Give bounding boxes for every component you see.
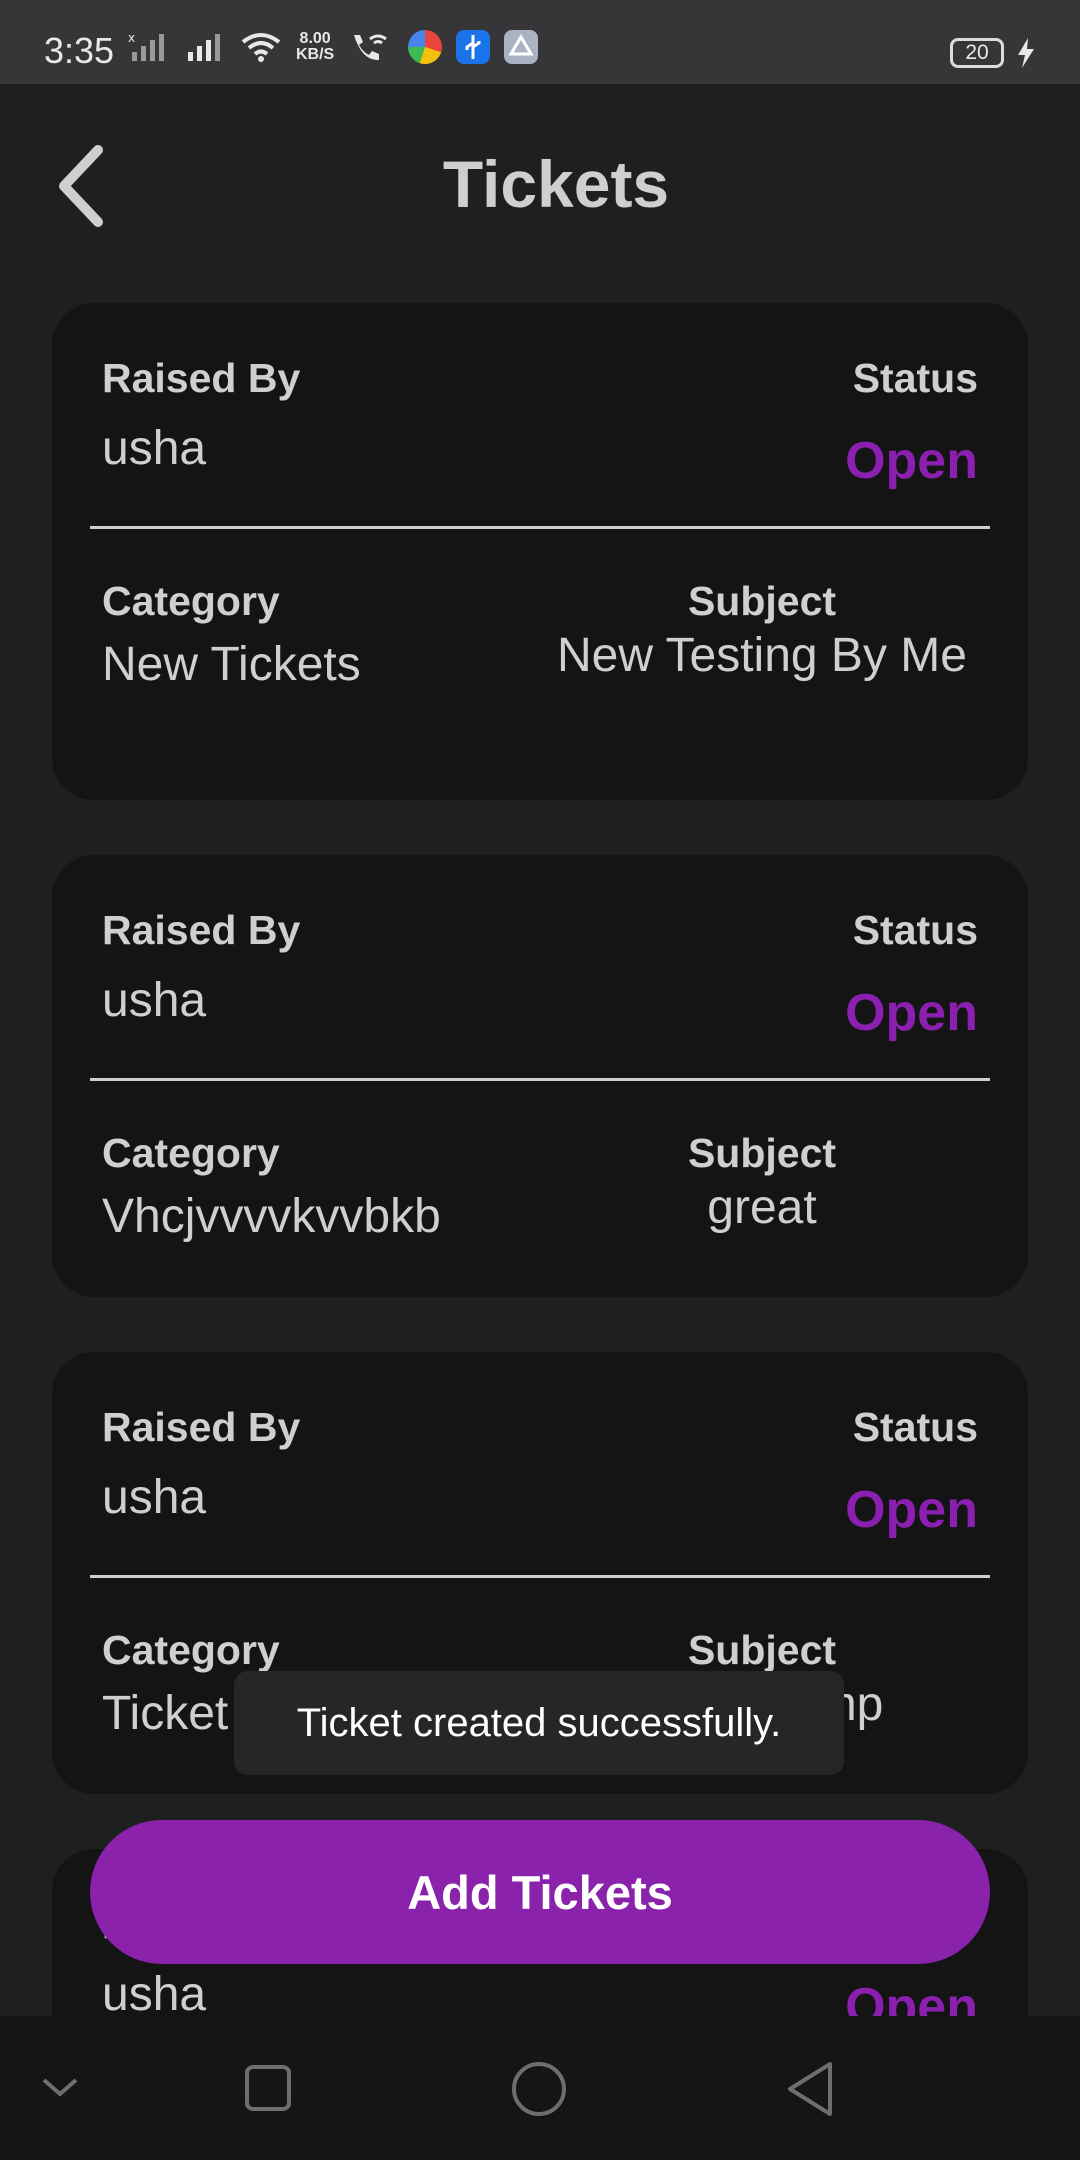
signal-icon (188, 34, 220, 61)
card-divider (90, 526, 990, 529)
status-label: Status (852, 355, 978, 401)
toast-message: Ticket created successfully. (234, 1671, 844, 1775)
app-header: Tickets (0, 84, 1080, 284)
subject-label: Subject (687, 578, 837, 624)
status-label: Status (852, 907, 978, 953)
category-label: Category (102, 1130, 280, 1176)
charging-icon (1018, 38, 1034, 68)
card-divider (90, 1575, 990, 1578)
raised-by-label: Raised By (102, 355, 301, 401)
raised-by-value: usha (102, 422, 207, 475)
subject-label: Subject (687, 1627, 837, 1673)
network-speed: 8.00 KB/S (296, 30, 335, 63)
drive-app-icon (504, 30, 539, 64)
category-label: Category (102, 578, 280, 624)
home-icon[interactable] (510, 2060, 568, 2118)
status-value: Open (845, 1481, 978, 1539)
category-value: Vhcjvvvvkvvbkb (102, 1190, 441, 1243)
battery-icon: 20 (950, 38, 1004, 68)
wifi-call-icon (354, 34, 388, 61)
clock: 3:35 (44, 30, 115, 71)
chevron-down-icon[interactable] (40, 2072, 80, 2102)
ticket-card[interactable]: Raised By usha Status Open Category Vhcj… (52, 855, 1028, 1297)
status-label: Status (852, 1404, 978, 1450)
category-label: Category (102, 1627, 280, 1673)
raised-by-label: Raised By (102, 1404, 301, 1450)
ticket-card[interactable]: Raised By usha Status Open Category New … (52, 303, 1028, 800)
add-tickets-button[interactable]: Add Tickets (90, 1820, 990, 1964)
svg-text:x: x (128, 32, 135, 45)
back-icon[interactable] (784, 2060, 836, 2118)
raised-by-label: Raised By (102, 907, 301, 953)
raised-by-value: usha (102, 1471, 207, 1524)
subject-label: Subject (687, 1130, 837, 1176)
status-value: Open (845, 432, 978, 490)
status-bar: 3:35 x 8.00 KB/S 20 (0, 0, 1080, 84)
card-divider (90, 1078, 990, 1081)
recents-icon[interactable] (244, 2064, 292, 2112)
status-value: Open (845, 984, 978, 1042)
subject-value: great (707, 1181, 817, 1234)
wifi-icon (241, 33, 281, 62)
usb-icon (456, 30, 491, 64)
signal-off-icon: x (128, 32, 164, 61)
browser-app-icon (408, 30, 443, 64)
page-title: Tickets (442, 147, 670, 221)
raised-by-value: usha (102, 1968, 207, 2021)
category-value: New Tickets (102, 638, 361, 691)
subject-value: New Testing By Me (557, 629, 967, 682)
raised-by-value: usha (102, 974, 207, 1027)
system-nav-bar (0, 2016, 1080, 2160)
